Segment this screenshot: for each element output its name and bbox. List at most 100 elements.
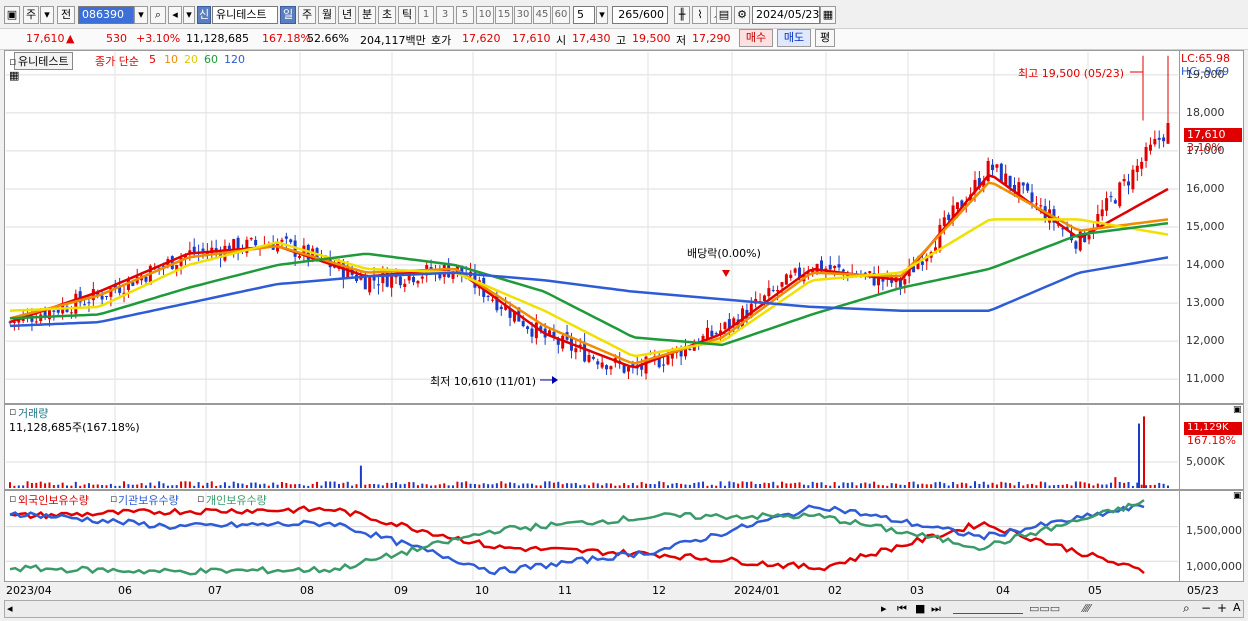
volume-bar: [1052, 485, 1055, 488]
layout-icon[interactable]: ▭▭▭: [1029, 602, 1060, 615]
zoom-out-icon[interactable]: −: [1201, 601, 1211, 615]
volume-bar: [1138, 423, 1140, 488]
bullet-icon: ▫: [197, 492, 205, 505]
volume-bar: [1074, 481, 1077, 488]
stop-icon[interactable]: ■: [915, 602, 925, 615]
volume-bar: [421, 483, 424, 488]
volume-bar: [26, 481, 29, 488]
volume-bar: [162, 483, 165, 488]
candle-body: [1127, 181, 1131, 186]
volume-bar: [359, 465, 362, 488]
x-tick: 07: [208, 584, 222, 597]
candle-body: [1021, 182, 1025, 186]
volume-bar: [105, 485, 108, 488]
legend-ma10: 10: [164, 53, 178, 66]
collapse-icon[interactable]: ▣: [1233, 405, 1242, 415]
volume-bar: [245, 485, 248, 488]
volume-bar: [39, 481, 42, 488]
volume-bar: [886, 485, 889, 488]
volume-bar: [184, 481, 187, 488]
volume-bar: [412, 482, 415, 488]
volume-bar: [443, 483, 446, 488]
volume-bar: [631, 482, 634, 488]
volume-bar: [868, 483, 871, 488]
volume-bar: [671, 483, 674, 488]
rewind-icon[interactable]: ⏮: [897, 602, 907, 616]
candle-body: [784, 274, 788, 285]
volume-bar: [995, 484, 998, 488]
collapse-icon[interactable]: ▣: [1233, 491, 1242, 501]
candle-body: [841, 269, 845, 272]
candle-body: [1131, 169, 1135, 190]
volume-bar: [342, 482, 345, 488]
candle-body: [1008, 175, 1012, 188]
volume-bar: [1031, 483, 1034, 488]
candle-body: [280, 239, 284, 242]
candle-body: [69, 312, 73, 314]
volume-bar: [601, 485, 604, 488]
volume-bar: [666, 485, 669, 488]
holder-y-tick: 1,500,000: [1186, 524, 1242, 537]
volume-bar: [1044, 482, 1047, 488]
volume-bar: [123, 481, 126, 488]
volume-bar: [83, 484, 86, 488]
scroll-right-icon[interactable]: ▸: [881, 602, 887, 615]
volume-bar: [131, 484, 134, 488]
volume-bar: [153, 485, 156, 488]
candle-body: [789, 274, 793, 279]
volume-bar: [1004, 482, 1007, 488]
volume-bar: [158, 481, 161, 488]
zoom-slider[interactable]: [953, 604, 1023, 614]
volume-bar: [710, 484, 713, 488]
volume-bar: [390, 483, 393, 488]
fast-forward-icon[interactable]: ⏭: [931, 602, 941, 616]
volume-bar: [272, 482, 275, 488]
x-tick: 04: [996, 584, 1010, 597]
price-y-tick: 16,000: [1186, 181, 1225, 195]
volume-bar: [1066, 484, 1069, 488]
candle-body: [991, 164, 995, 170]
volume-bar: [588, 485, 590, 488]
volume-bar: [1035, 485, 1038, 488]
volume-bar: [693, 482, 696, 488]
candle-body: [666, 355, 670, 365]
candle-body: [600, 362, 604, 368]
zoom-in-icon[interactable]: +: [1217, 601, 1227, 615]
candle-body: [1140, 161, 1144, 169]
dividend-arrow: [722, 270, 730, 277]
volume-bar: [44, 483, 47, 488]
volume-bar: [74, 481, 77, 488]
x-tick: 11: [558, 584, 572, 597]
font-size-icon[interactable]: A: [1233, 601, 1241, 614]
volume-bar: [859, 483, 862, 488]
volume-bar: [1057, 484, 1060, 488]
volume-bar: [452, 485, 455, 488]
volume-bar: [188, 481, 191, 488]
volume-bar: [140, 483, 143, 488]
volume-bar: [48, 482, 51, 488]
tools-icon[interactable]: ⁄⁄⁄⁄: [1083, 602, 1090, 615]
candle-body: [1113, 200, 1117, 204]
scroll-left-icon[interactable]: ◂: [7, 602, 13, 615]
chart-scrollbar[interactable]: ◂ ▸ ⏮ ■ ⏭ ▭▭▭ ⁄⁄⁄⁄ ⌕ − + A: [4, 600, 1244, 618]
volume-bar: [807, 485, 810, 488]
volume-bar: [811, 481, 814, 488]
volume-bar: [447, 485, 450, 488]
x-tick: 02: [828, 584, 842, 597]
zoom-search-icon[interactable]: ⌕: [1183, 601, 1190, 616]
volume-bar: [833, 482, 836, 488]
grid-table-icon[interactable]: ▦: [9, 69, 19, 82]
volume-bar: [259, 484, 262, 488]
candle-body: [574, 348, 578, 353]
volume-bar: [364, 484, 367, 488]
candle-body: [1105, 198, 1109, 211]
foreign-holder-line: [9, 505, 1145, 575]
volume-bar: [13, 485, 16, 488]
holder-y-tick: 1,000,000: [1186, 560, 1242, 573]
volume-bar: [1092, 485, 1095, 488]
candle-body: [591, 356, 595, 359]
candle-body: [828, 264, 832, 270]
volume-bar: [30, 483, 33, 488]
volume-bar: [864, 482, 867, 488]
volume-bar: [438, 484, 441, 488]
